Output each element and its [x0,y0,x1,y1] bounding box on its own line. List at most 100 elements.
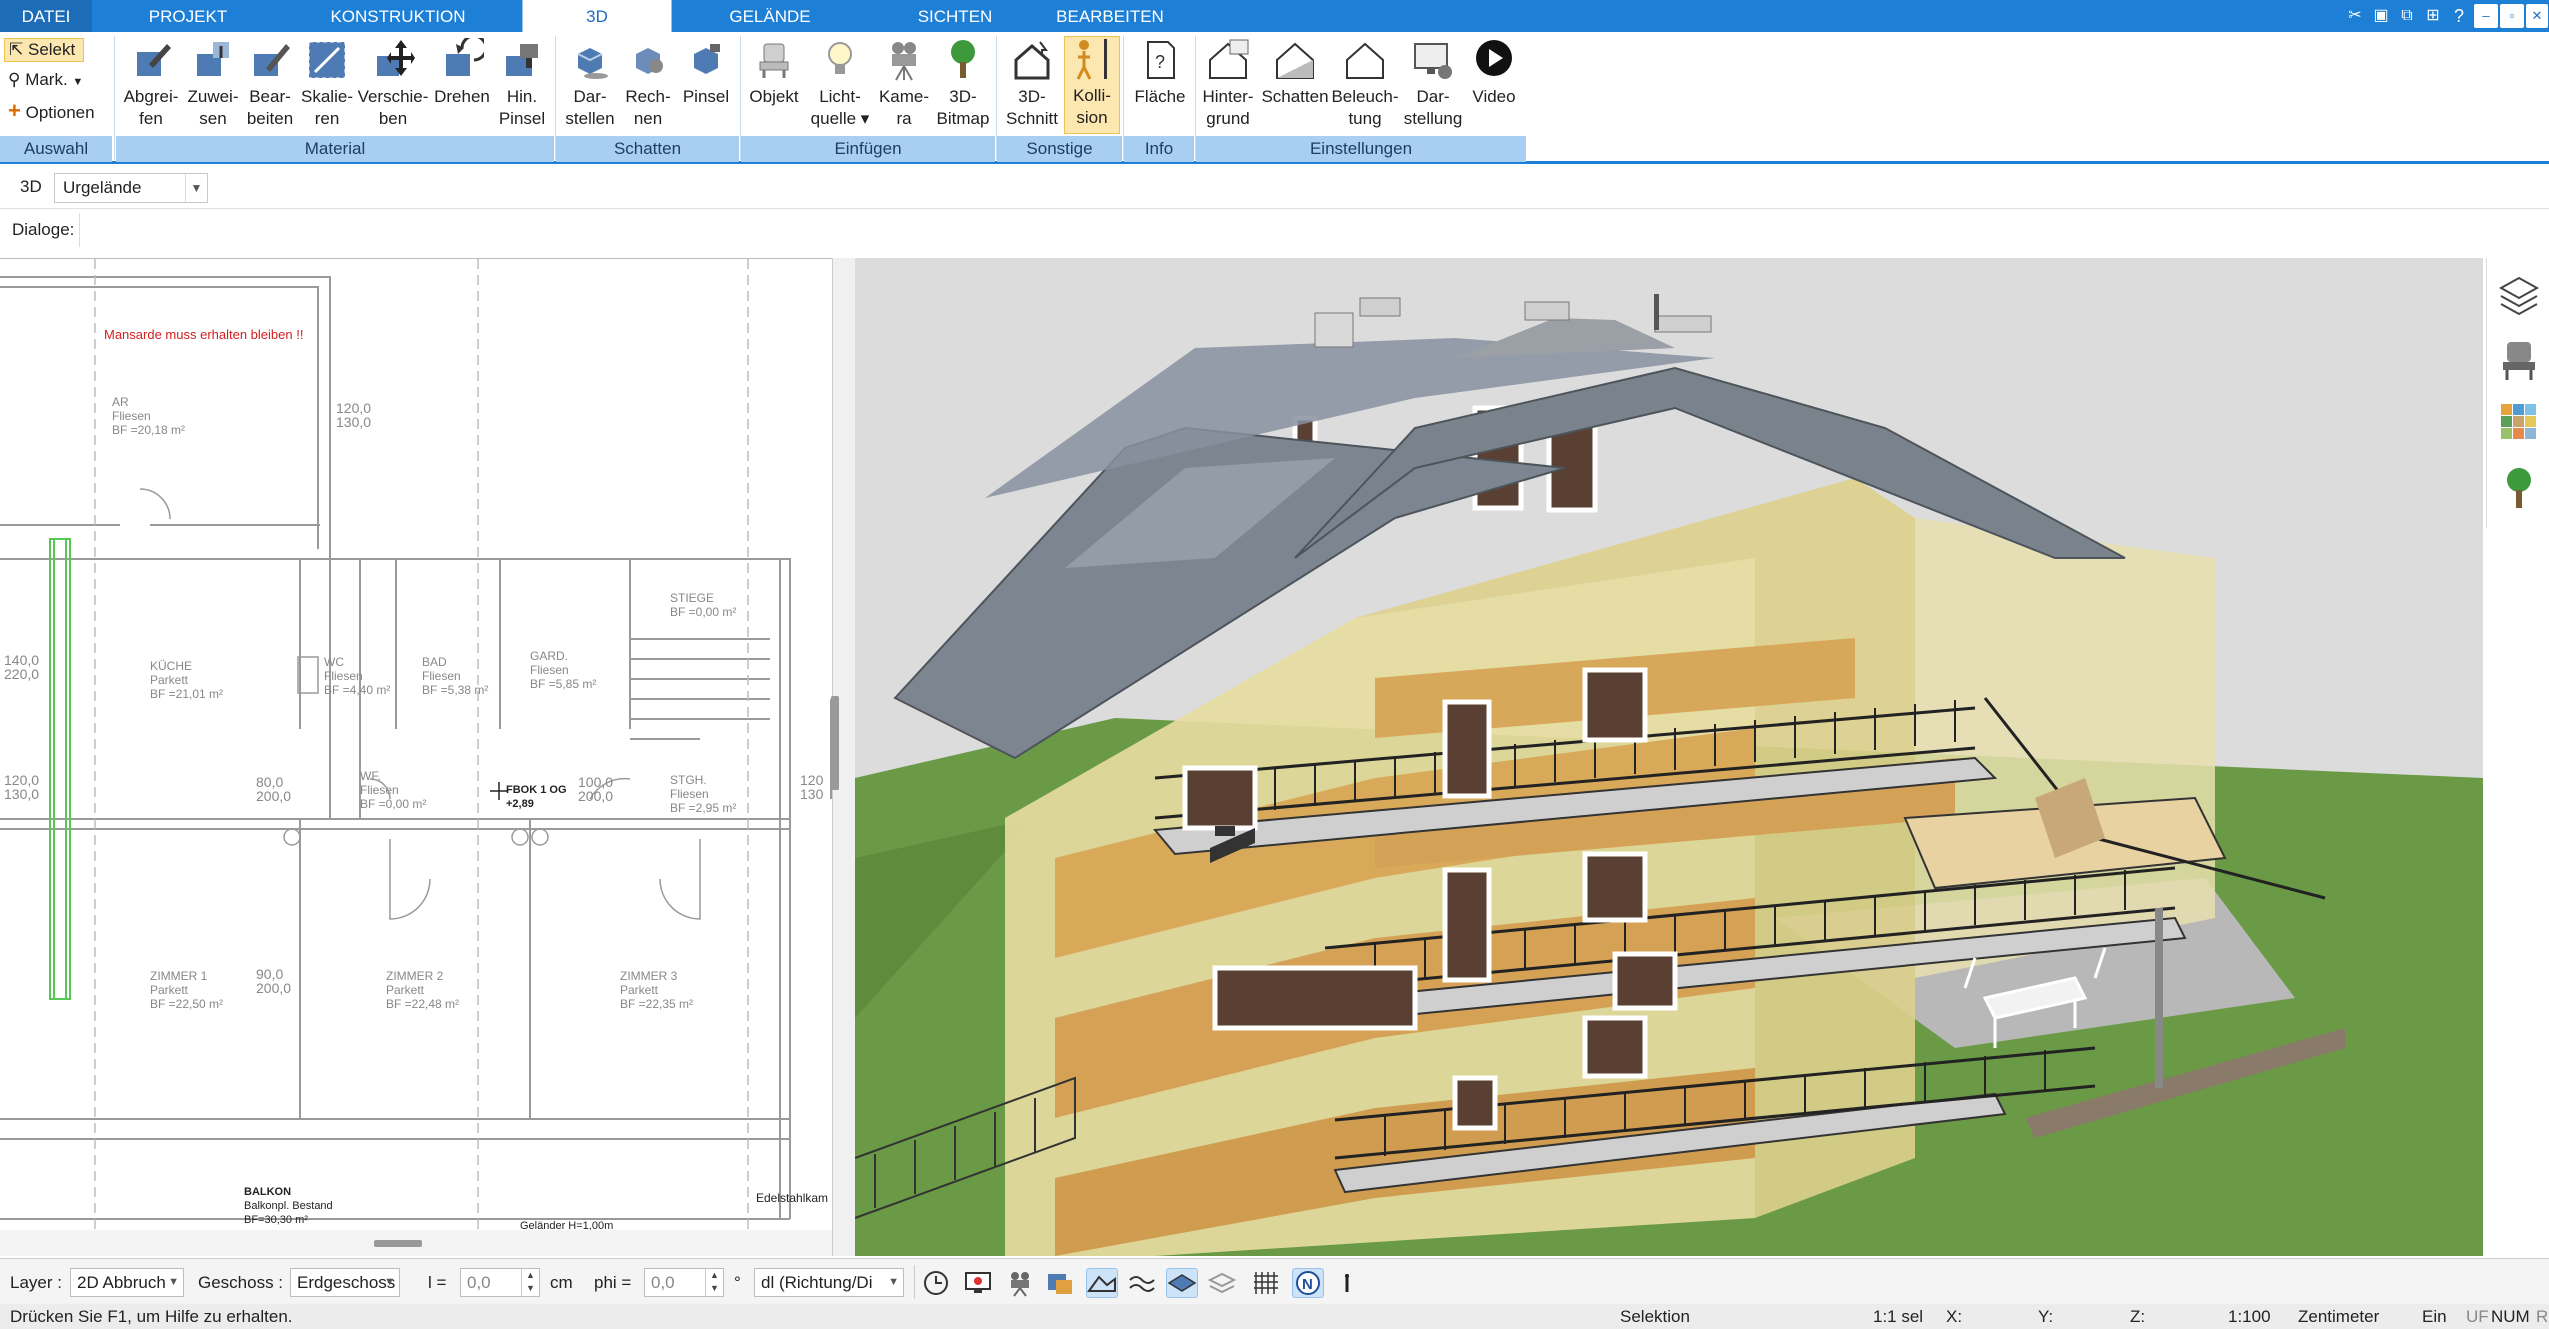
status-x: X: [1946,1307,1963,1326]
layers-tool-icon[interactable] [1206,1268,1238,1298]
edit-material-button[interactable]: Bear-beiten [242,38,298,130]
select-button[interactable]: ⇱ Selekt [4,38,84,62]
chevron-down-icon: ▼ [168,1276,179,1288]
area-info-button[interactable]: ? Fläche [1130,38,1190,108]
shadow-compute-icon [636,48,663,74]
pencil-icon [254,44,290,76]
phi-input[interactable]: 0,0 ▲ ▼ [644,1268,724,1297]
options-button[interactable]: + Optionen [8,98,118,124]
north-icon[interactable]: N [1292,1268,1324,1298]
lighting-button[interactable]: Beleuch-tung [1330,38,1400,130]
pick-material-button[interactable]: Abgrei-fen [120,38,182,130]
assign-material-button[interactable]: Zuwei-sen [184,38,242,130]
camera-tool-icon[interactable] [1004,1268,1036,1298]
ribbon: ⇱ Selekt ⚲ Mark. ▼ + Optionen Auswahl Ab… [0,32,2549,164]
shadow-compute-button[interactable]: Rech-nen [620,38,676,130]
monitor-gear-icon [1414,43,1452,79]
window-tile-icon[interactable]: ▣ [2368,4,2394,28]
shadow-settings-button[interactable]: Schatten [1260,38,1330,108]
window-arrange-icon[interactable]: ⊞ [2420,4,2446,28]
floor-dropdown[interactable]: Erdgeschoss ▼ [290,1268,400,1297]
render-icon[interactable] [1044,1268,1076,1298]
move-material-button[interactable]: Verschie-ben [356,38,430,130]
status-unit: Zentimeter [2298,1307,2380,1326]
vertical-scrollbar-thumb[interactable] [831,696,839,790]
hint-brush-button[interactable]: Hin. Pinsel [494,38,550,130]
scale-material-button[interactable]: Skalie-ren [298,38,356,130]
spinner-icon[interactable]: ▲ ▼ [521,1269,539,1296]
balcony-label: BALKON Balkonpl. Bestand BF=30,30 m² [244,1186,333,1226]
group-label-einstellungen: Einstellungen [1196,136,1526,162]
insert-3d-bitmap-button[interactable]: 3D- Bitmap [934,38,992,130]
furniture-icon[interactable] [2499,338,2539,382]
status-uf: UF [2466,1307,2489,1326]
shadow-show-button[interactable]: Dar-stellen [562,38,618,130]
select-label: Selekt [27,40,76,59]
floor-plan-view[interactable]: Mansarde muss erhalten bleiben !! AR Flie… [0,258,832,1230]
display-settings-button[interactable]: Dar-stellung [1402,38,1464,130]
insert-light-button[interactable]: Licht-quelle ▾ [806,38,874,130]
tab-konstruktion[interactable]: KONSTRUKTION [318,0,478,32]
collision-button[interactable]: Kolli-sion [1064,36,1120,134]
layer-dropdown[interactable]: 2D Abbruch ▼ [70,1268,184,1297]
grid-icon[interactable] [1250,1268,1282,1298]
group-label-auswahl: Auswahl [0,136,112,162]
clock-icon[interactable] [920,1268,952,1298]
layer-value: 2D Abbruch [77,1273,166,1292]
rotate-icon [446,38,484,76]
direction-dropdown[interactable]: dl (Richtung/Di ▼ [754,1268,904,1297]
tab-bearbeiten[interactable]: BEARBEITEN [1040,0,1180,32]
layers-icon[interactable] [2499,274,2539,318]
3d-section-button[interactable]: 3D- Schnitt [1000,38,1064,130]
plane-icon[interactable] [1166,1268,1198,1298]
floor-label: Geschoss : [198,1273,284,1292]
room-zimmer-1: ZIMMER 1 Parkett BF =22,50 m² [150,969,224,1011]
horizontal-scrollbar-thumb[interactable] [374,1240,422,1247]
help-icon[interactable]: ? [2446,4,2472,28]
wave-icon[interactable] [1126,1268,1158,1298]
monitor-icon[interactable] [962,1268,994,1298]
window-cascade-icon[interactable]: ⧉ [2394,4,2420,28]
status-bar: Drücken Sie F1, um Hilfe zu erhalten. Se… [0,1304,2549,1329]
group-label-info: Info [1124,136,1194,162]
house-shadow-icon [1276,42,1314,79]
right-icon-sidebar [2486,258,2549,528]
plants-icon[interactable] [2499,466,2539,510]
chevron-down-icon: ▼ [384,1276,395,1288]
tab-projekt[interactable]: PROJEKT [118,0,258,32]
house-light-icon [1346,42,1384,79]
length-input[interactable]: 0,0 ▲ ▼ [460,1268,540,1297]
dim-label: 100,0 200,0 [578,774,614,804]
brush-icon [506,44,538,76]
insert-camera-button[interactable]: Kame-ra [876,38,932,130]
rotate-material-button[interactable]: Drehen [430,38,494,108]
shadow-cube-icon [577,48,608,79]
status-mode: Selektion [1620,1307,1690,1326]
spinner-icon[interactable]: ▲ ▼ [705,1269,723,1296]
materials-icon[interactable] [2499,402,2539,446]
tab-gelaende[interactable]: GELÄNDE [705,0,835,32]
status-scale: 1:100 [2228,1307,2271,1326]
video-button[interactable]: Video [1466,38,1522,108]
tab-sichten[interactable]: SICHTEN [885,0,1025,32]
terrain-dropdown[interactable]: Urgelände ▼ [54,173,208,203]
steel-label: Edelstahlkam [756,1191,829,1205]
tab-3d[interactable]: 3D [522,0,672,34]
tab-datei[interactable]: DATEI [0,0,92,32]
dialog-toolbar: Dialoge: [0,209,2549,251]
restore-button[interactable]: ▫ [2500,4,2524,28]
3d-view[interactable] [855,258,2483,1256]
close-button[interactable]: ✕ [2526,4,2548,28]
dim-label: 140,0 220,0 [4,652,40,682]
terrain-view-icon[interactable] [1086,1268,1118,1298]
phi-unit: ° [734,1273,741,1292]
background-button[interactable]: Hinter-grund [1198,38,1258,130]
move-icon [377,40,415,76]
more-options-icon[interactable] [1340,1268,1354,1298]
insert-object-button[interactable]: Objekt [746,38,802,108]
mark-button[interactable]: ⚲ Mark. ▼ [8,68,108,92]
horizontal-scrollbar[interactable] [0,1230,832,1256]
shadow-brush-button[interactable]: Pinsel [678,38,734,108]
minimize-button[interactable]: – [2474,4,2498,28]
tools-icon[interactable]: ✂ [2342,4,2368,28]
